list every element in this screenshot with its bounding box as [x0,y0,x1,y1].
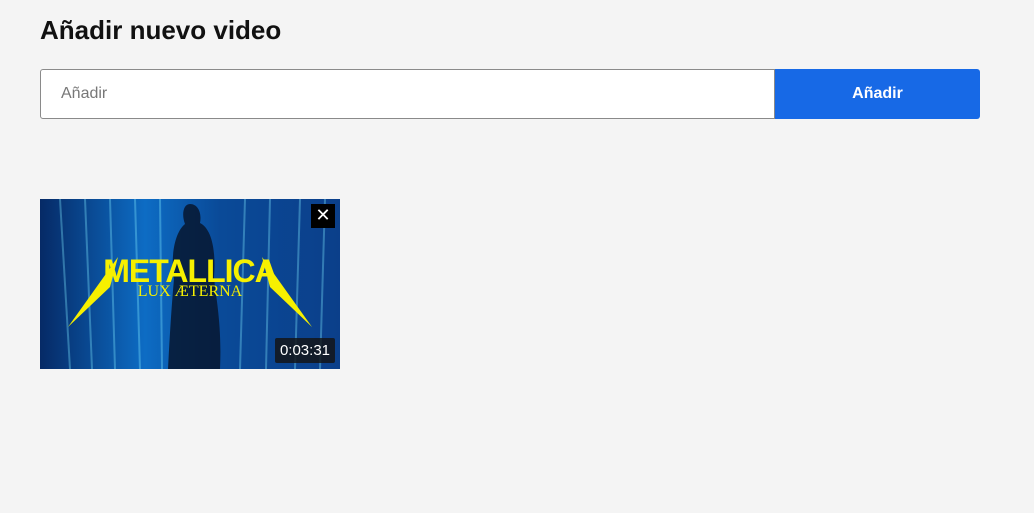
page-title: Añadir nuevo video [40,15,282,45]
close-icon[interactable]: ✕ [311,204,335,228]
page: Añadir nuevo video Añadir Añadir METALLI… [0,0,1034,513]
video-card[interactable]: METALLICA LUX ÆTERNA ✕ 0:03:31 [40,199,340,369]
thumbnail-subtitle-text: LUX ÆTERNA [138,283,243,300]
add-video-form: Añadir [40,69,980,119]
add-video-button[interactable]: Añadir [775,69,980,119]
video-url-input[interactable] [40,69,775,119]
video-duration: 0:03:31 [274,338,335,363]
